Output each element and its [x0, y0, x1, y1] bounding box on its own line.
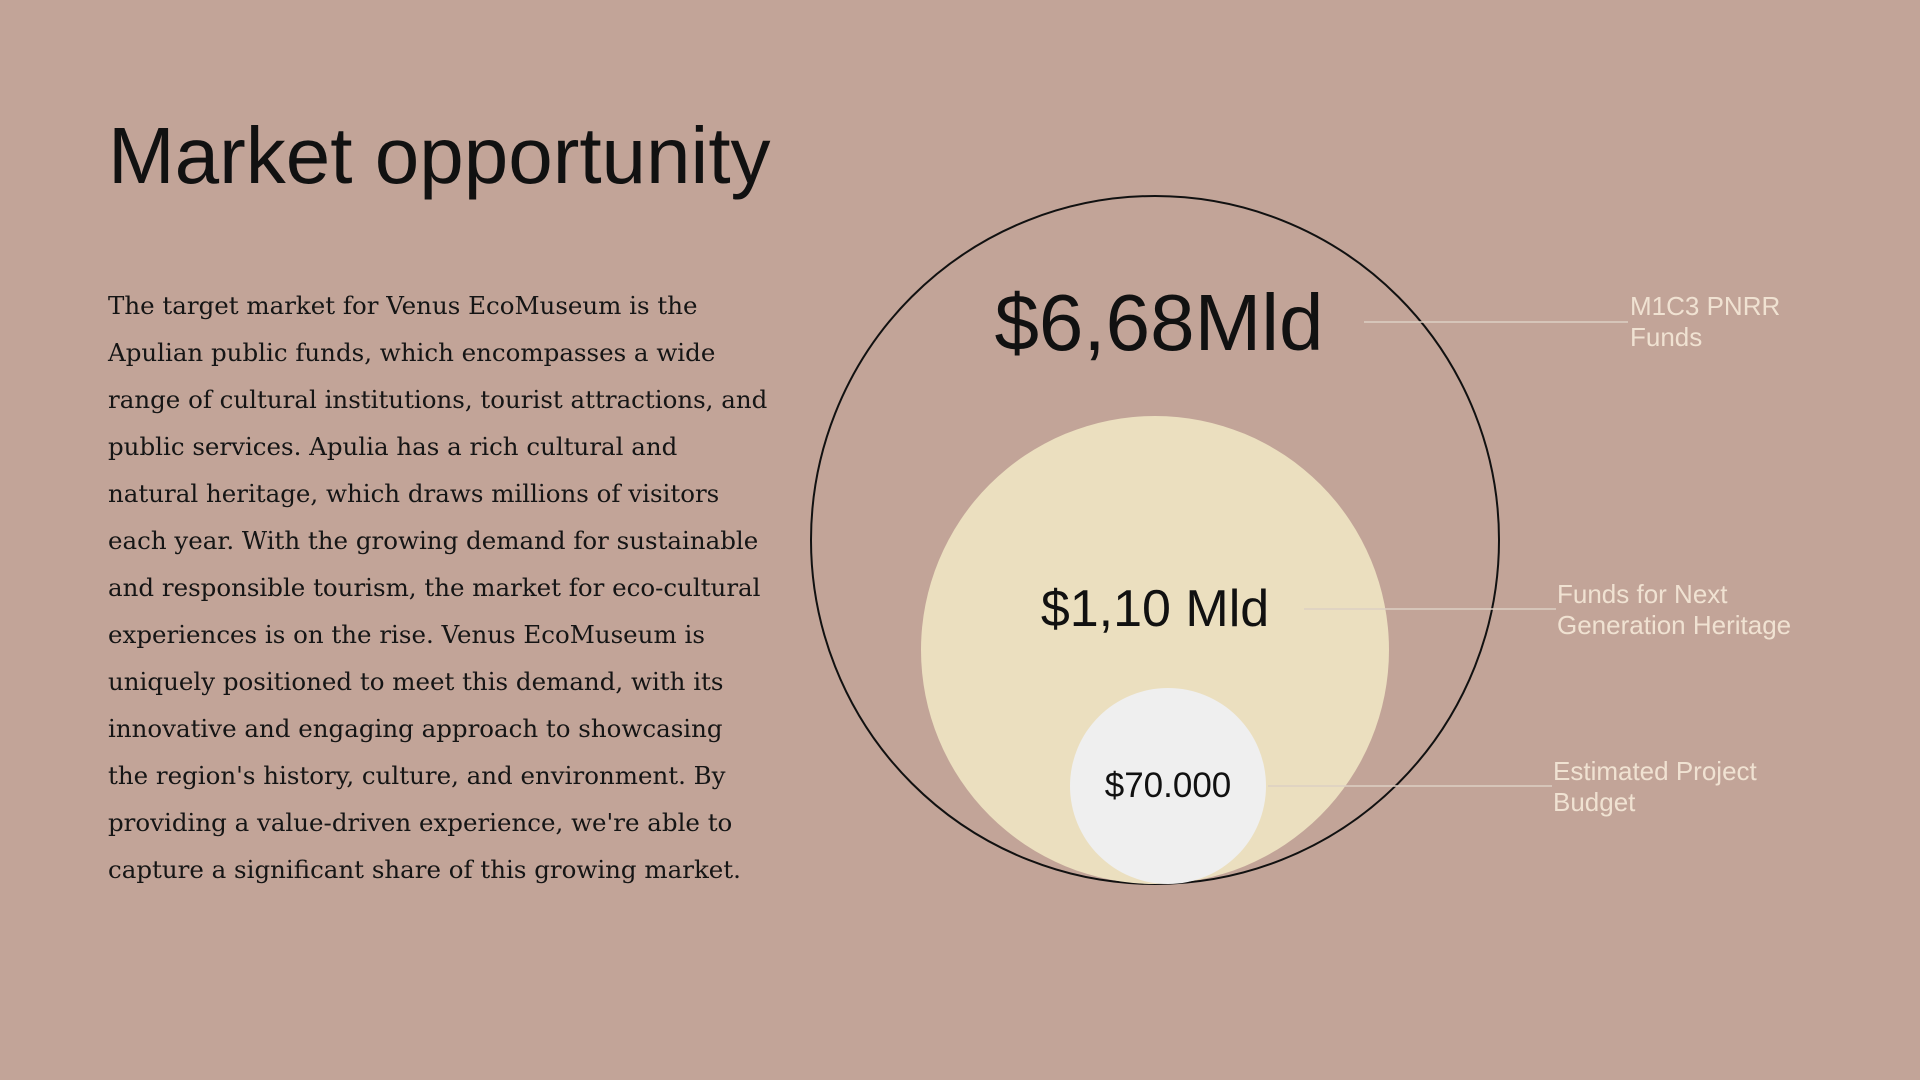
- outer-label-line-1: M1C3 PNRR: [1630, 291, 1780, 321]
- middle-label: Funds for Next Generation Heritage: [1557, 579, 1791, 640]
- middle-label-line-1: Funds for Next: [1557, 579, 1728, 609]
- inner-label-line-1: Estimated Project: [1553, 756, 1758, 786]
- outer-label-line-2: Funds: [1630, 322, 1702, 352]
- outer-label: M1C3 PNRR Funds: [1630, 291, 1787, 352]
- slide: Market opportunity The target market for…: [0, 0, 1920, 1080]
- inner-label: Estimated Project Budget: [1553, 756, 1764, 817]
- outer-value: $6,68Mld: [994, 278, 1323, 367]
- inner-label-line-2: Budget: [1553, 787, 1636, 817]
- middle-value: $1,10 Mld: [1041, 580, 1269, 638]
- inner-value: $70.000: [1105, 766, 1232, 805]
- middle-label-line-2: Generation Heritage: [1557, 610, 1791, 640]
- nested-circles-diagram: $6,68Mld $1,10 Mld $70.000 M1C3 PNRR Fun…: [810, 195, 1791, 885]
